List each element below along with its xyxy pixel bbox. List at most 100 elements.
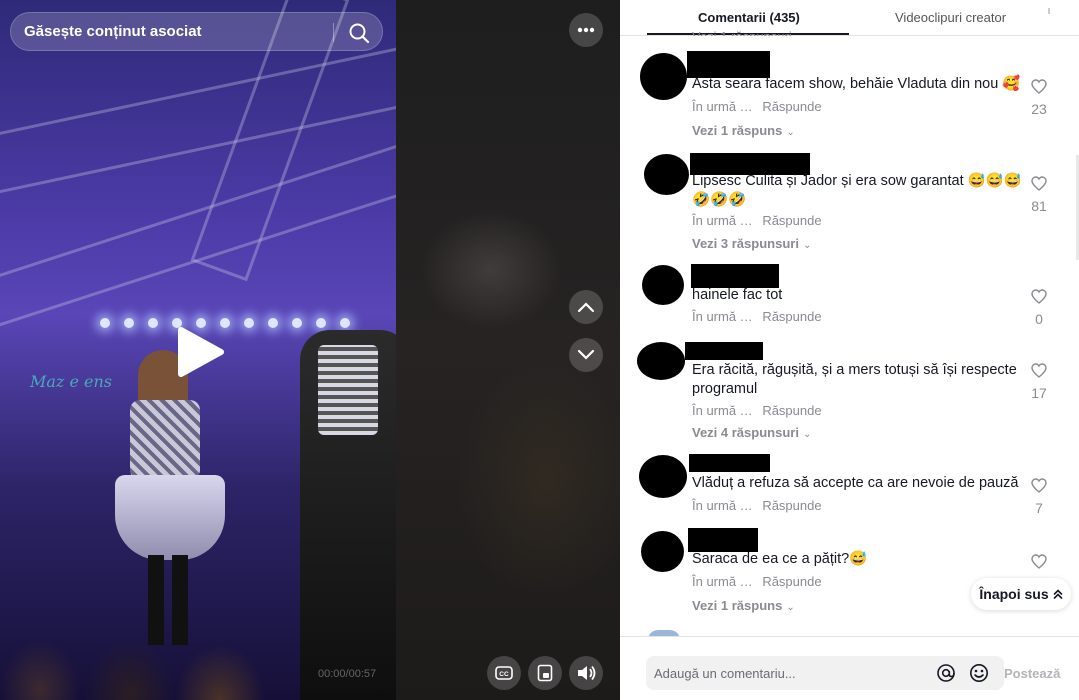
floating-player-button[interactable] xyxy=(528,656,562,690)
heart-icon xyxy=(1031,176,1047,191)
like-button[interactable]: 7 xyxy=(1025,478,1053,516)
view-replies-label: Vezi 4 răspunsuri xyxy=(692,425,799,440)
comment-text: Era răcită, răgușită, și a mers totuși s… xyxy=(692,362,1017,397)
comments-panel: Comentarii (435) Videoclipuri creator Ve… xyxy=(620,0,1079,700)
like-button[interactable]: 81 xyxy=(1025,176,1053,214)
crowd xyxy=(0,580,396,700)
more-options-button[interactable] xyxy=(569,13,603,47)
reply-button[interactable]: Răspunde xyxy=(762,99,821,114)
comment-meta: În urmă … Răspunde xyxy=(692,574,822,589)
chevron-up-icon xyxy=(577,302,595,313)
comment-text: hainele fac tot xyxy=(692,287,783,303)
comment-time: În urmă … xyxy=(692,498,753,513)
ellipsis-icon xyxy=(577,27,595,33)
like-count: 23 xyxy=(1031,101,1047,117)
comment-meta: În urmă … Răspunde xyxy=(692,309,822,324)
view-replies-button[interactable]: Vezi 3 răspunsuri ⌄ xyxy=(692,236,811,251)
tab-creator-videos[interactable]: Videoclipuri creator xyxy=(895,10,1006,25)
view-replies-button[interactable]: Vezi 1 răspuns ⌄ xyxy=(692,123,795,138)
back-to-top-button[interactable]: Înapoi sus xyxy=(971,578,1071,610)
like-count: 17 xyxy=(1031,385,1047,401)
avatar[interactable] xyxy=(644,154,689,195)
avatar[interactable] xyxy=(641,531,684,572)
next-video-button[interactable] xyxy=(569,338,603,372)
video-timecode: 00:00/00:57 xyxy=(318,668,377,680)
view-replies-button[interactable]: Vezi 4 răspunsuri ⌄ xyxy=(692,425,811,440)
emoji-icon[interactable] xyxy=(969,663,989,683)
comment-composer: Postează xyxy=(620,636,1079,700)
avatar[interactable] xyxy=(639,455,687,498)
comment-meta: În urmă … Răspunde xyxy=(692,99,822,114)
view-replies-button[interactable]: Vezi 1 răspuns ⌄ xyxy=(692,598,795,613)
comment-list[interactable]: Asta seara facem show, behăie Vladuta di… xyxy=(620,36,1079,636)
accordion-figure xyxy=(318,345,378,435)
comment-time: În urmă … xyxy=(692,574,753,589)
floating-player-icon xyxy=(537,664,553,682)
search-input[interactable] xyxy=(24,23,314,40)
comment-text: Saraca de ea ce a pățit?😅 xyxy=(692,551,868,567)
volume-icon xyxy=(578,665,596,681)
stage-banner-text: Maz e ens xyxy=(30,372,112,391)
like-button[interactable]: 0 xyxy=(1025,289,1053,327)
reply-button[interactable]: Răspunde xyxy=(762,309,821,324)
comment-time: În urmă … xyxy=(692,99,753,114)
view-replies-label: Vezi 1 răspuns xyxy=(692,598,783,613)
like-button[interactable]: 23 xyxy=(1025,79,1053,117)
comment-time: În urmă … xyxy=(692,403,753,418)
previous-replies-link[interactable]: Vezi 1 răspunsuri xyxy=(692,29,792,36)
video-area: Maz e ens 00:00/00:57 Găsește conținut a… xyxy=(0,0,620,700)
avatar[interactable] xyxy=(637,342,685,380)
captions-icon: CC xyxy=(495,666,513,680)
volume-button[interactable] xyxy=(569,656,603,690)
at-icon[interactable] xyxy=(936,663,956,683)
double-chevron-up-icon xyxy=(1053,589,1062,599)
comment-meta: În urmă … Răspunde xyxy=(692,213,822,228)
avatar[interactable] xyxy=(642,265,684,305)
reply-button[interactable]: Răspunde xyxy=(762,498,821,513)
play-icon[interactable] xyxy=(175,326,225,378)
username-redacted[interactable] xyxy=(691,264,779,288)
reply-button[interactable]: Răspunde xyxy=(762,574,821,589)
search-bar[interactable] xyxy=(10,12,383,51)
captions-button[interactable]: CC xyxy=(487,656,521,690)
video-player[interactable]: Maz e ens 00:00/00:57 xyxy=(0,0,396,700)
heart-icon xyxy=(1031,554,1047,569)
chevron-down-icon: ⌄ xyxy=(786,602,795,613)
username-redacted[interactable] xyxy=(689,454,770,472)
chevron-down-icon: ⌄ xyxy=(802,429,812,440)
reply-button[interactable]: Răspunde xyxy=(762,213,821,228)
comment-text: Vlăduț a refuza să accepte ca are nevoie… xyxy=(692,475,1019,491)
tab-comments[interactable]: Comentarii (435) xyxy=(698,10,800,25)
like-button[interactable]: 17 xyxy=(1025,363,1053,401)
comment-time: În urmă … xyxy=(692,309,753,324)
comment-meta: În urmă … Răspunde xyxy=(692,403,822,418)
post-button[interactable]: Postează xyxy=(1004,666,1060,681)
svg-text:CC: CC xyxy=(499,671,509,678)
like-count: 81 xyxy=(1031,198,1047,214)
comment-text: Lipsesc Culita și Jador și era sow garan… xyxy=(692,173,1022,208)
username-redacted[interactable] xyxy=(688,528,758,552)
comment-time: În urmă … xyxy=(692,213,753,228)
avatar[interactable] xyxy=(640,53,687,100)
chevron-down-icon: ⌄ xyxy=(786,127,795,138)
tab-bar: Comentarii (435) Videoclipuri creator Ve… xyxy=(620,0,1079,36)
username-redacted[interactable] xyxy=(687,51,770,78)
search-divider xyxy=(333,23,334,42)
view-replies-label: Vezi 3 răspunsuri xyxy=(692,236,799,251)
tab-scroll-indicator xyxy=(1048,8,1050,14)
heart-icon xyxy=(1031,478,1047,493)
reply-button[interactable]: Răspunde xyxy=(762,403,821,418)
comment-text: Asta seara facem show, behăie Vladuta di… xyxy=(692,76,1021,92)
search-icon[interactable] xyxy=(348,22,370,44)
like-count: 7 xyxy=(1035,500,1043,516)
back-to-top-label: Înapoi sus xyxy=(979,586,1049,602)
chevron-down-icon: ⌄ xyxy=(802,240,812,251)
username-redacted[interactable] xyxy=(685,342,763,360)
chevron-down-icon xyxy=(577,349,595,360)
heart-icon xyxy=(1031,363,1047,378)
like-count: 0 xyxy=(1035,311,1043,327)
heart-icon xyxy=(1031,79,1047,94)
previous-video-button[interactable] xyxy=(569,290,603,324)
stage-lights xyxy=(100,318,370,328)
heart-icon xyxy=(1031,289,1047,304)
